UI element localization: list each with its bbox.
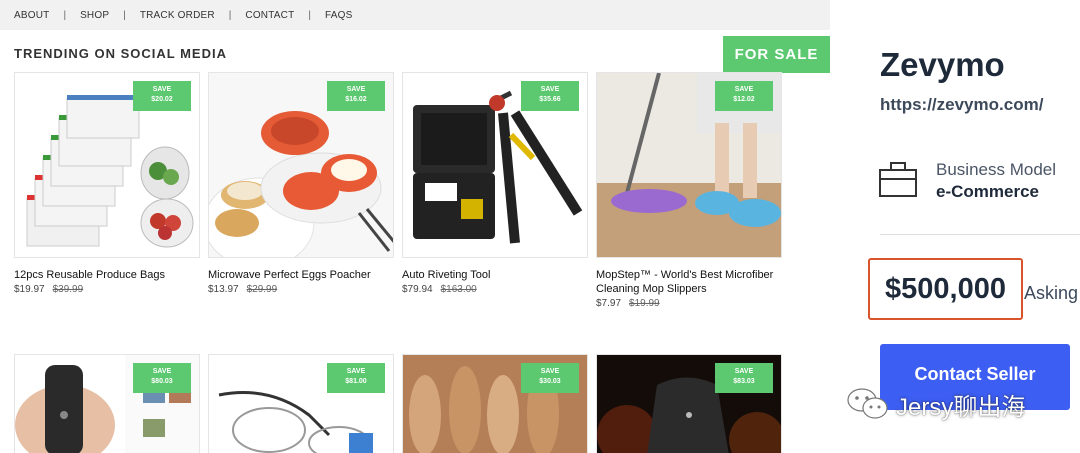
product-card[interactable]: SAVE $30.03 bbox=[402, 354, 588, 453]
product-prices: $7.97 $19.99 bbox=[596, 298, 782, 309]
produce-bags-illustration bbox=[26, 95, 194, 248]
product-card[interactable]: SAVE $12.02 MopStep™ - World's Best Micro… bbox=[596, 72, 782, 309]
product-image-glasses[interactable]: SAVE $81.00 bbox=[208, 354, 394, 453]
save-badge: SAVE $81.00 bbox=[327, 363, 385, 393]
asking-price: $500,000 bbox=[885, 272, 1006, 305]
save-badge: SAVE $35.66 bbox=[521, 81, 579, 111]
product-name[interactable]: 12pcs Reusable Produce Bags bbox=[14, 268, 200, 282]
top-nav: ABOUT | SHOP | TRACK ORDER | CONTACT | F… bbox=[0, 0, 830, 30]
product-prices: $79.94 $163.00 bbox=[402, 284, 588, 295]
product-old-price: $39.99 bbox=[52, 284, 84, 295]
save-badge: SAVE $16.02 bbox=[327, 81, 385, 111]
website-link[interactable]: https://zevymo.com/ bbox=[880, 95, 1043, 115]
nav-about[interactable]: ABOUT bbox=[14, 10, 49, 21]
nav-faqs[interactable]: FAQS bbox=[325, 10, 352, 21]
save-badge: SAVE $20.02 bbox=[133, 81, 191, 111]
product-image-heated-vest[interactable]: SAVE $83.03 bbox=[596, 354, 782, 453]
store-screenshot: ABOUT | SHOP | TRACK ORDER | CONTACT | F… bbox=[0, 0, 830, 453]
asking-label: Asking bbox=[1024, 283, 1079, 303]
business-model-value: e-Commerce bbox=[936, 182, 1039, 201]
product-card[interactable]: SAVE $81.00 bbox=[208, 354, 394, 453]
product-image-mop-slippers[interactable]: SAVE $12.02 bbox=[596, 72, 782, 258]
product-name[interactable]: Auto Riveting Tool bbox=[402, 268, 588, 282]
product-old-price: $29.99 bbox=[246, 284, 278, 295]
nav-shop[interactable]: SHOP bbox=[80, 10, 109, 21]
product-image-translator[interactable]: SAVE $80.03 bbox=[14, 354, 200, 453]
product-card[interactable]: SAVE $80.03 bbox=[14, 354, 200, 453]
product-card[interactable]: SAVE $83.03 bbox=[596, 354, 782, 453]
product-price: $79.94 bbox=[402, 284, 433, 295]
product-card[interactable]: SAVE $16.02 Microwave Perfect Eggs Poache… bbox=[208, 72, 394, 295]
product-price: $13.97 bbox=[208, 284, 239, 295]
product-image-produce-bags[interactable]: SAVE $20.02 bbox=[14, 72, 200, 258]
product-card[interactable]: SAVE $20.02 12pcs Reusable Produce Bags $… bbox=[14, 72, 200, 295]
asking-price-box: $500,000 bbox=[868, 258, 1023, 320]
nav-separator: | bbox=[228, 9, 232, 21]
product-name[interactable]: MopStep™ - World's Best Microfiber Clean… bbox=[596, 268, 782, 296]
product-image-riveting-tool[interactable]: SAVE $35.66 bbox=[402, 72, 588, 258]
nav-separator: | bbox=[63, 9, 67, 21]
nav-separator: | bbox=[123, 9, 126, 21]
watermark-text: Jersy聊出海 bbox=[896, 393, 1026, 421]
nav-separator: | bbox=[308, 9, 312, 21]
product-image-egg-poacher[interactable]: SAVE $16.02 bbox=[208, 72, 394, 258]
save-badge: SAVE $30.03 bbox=[521, 363, 579, 393]
save-badge: SAVE $12.02 bbox=[715, 81, 773, 111]
wechat-icon bbox=[847, 388, 888, 419]
save-badge: SAVE $83.03 bbox=[715, 363, 773, 393]
product-prices: $19.97 $39.99 bbox=[14, 284, 200, 295]
product-old-price: $163.00 bbox=[440, 284, 477, 295]
product-old-price: $19.99 bbox=[629, 298, 660, 309]
nav-track-order[interactable]: TRACK ORDER bbox=[140, 10, 215, 21]
save-badge: SAVE $80.03 bbox=[133, 363, 191, 393]
product-price: $19.97 bbox=[14, 284, 45, 295]
business-model-label: Business Model bbox=[936, 160, 1057, 179]
company-name: Zevymo bbox=[880, 46, 1005, 83]
nav-contact[interactable]: CONTACT bbox=[245, 10, 294, 21]
product-prices: $13.97 $29.99 bbox=[208, 284, 394, 295]
briefcase-icon bbox=[879, 162, 917, 197]
for-sale-badge: FOR SALE bbox=[723, 36, 830, 73]
panel-divider bbox=[880, 234, 1080, 235]
product-image-sandals[interactable]: SAVE $30.03 bbox=[402, 354, 588, 453]
product-card[interactable]: SAVE $35.66 Auto Riveting Tool $79.94 $163… bbox=[402, 72, 588, 295]
section-title: TRENDING ON SOCIAL MEDIA bbox=[14, 46, 227, 61]
product-name[interactable]: Microwave Perfect Eggs Poacher bbox=[208, 268, 394, 282]
product-price: $7.97 bbox=[596, 298, 622, 309]
watermark: Jersy聊出海 bbox=[846, 386, 1025, 422]
